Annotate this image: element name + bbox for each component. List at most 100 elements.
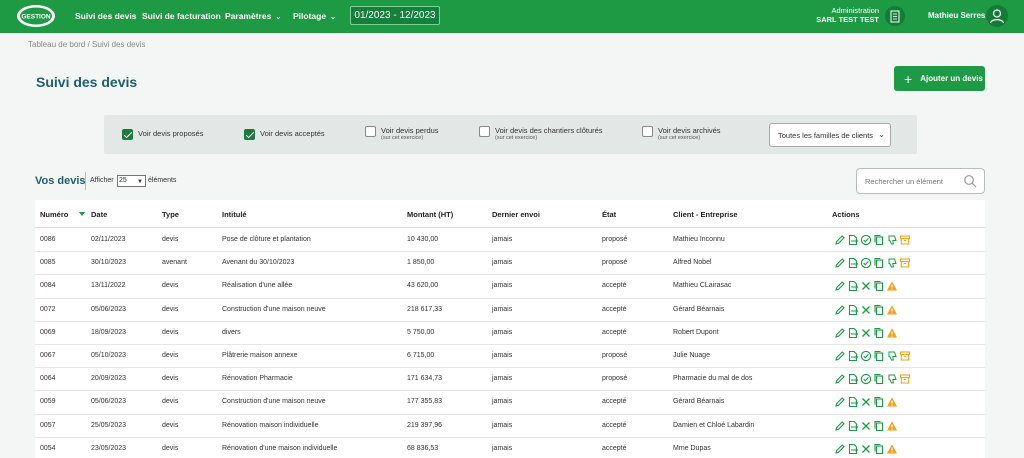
filter-proposes[interactable]: Voir devis proposés [122, 129, 203, 140]
cancel-icon[interactable] [860, 326, 872, 340]
duplicate-icon[interactable] [873, 395, 885, 409]
col-date[interactable]: Date [91, 210, 107, 219]
cancel-icon[interactable] [860, 279, 872, 293]
duplicate-icon[interactable] [873, 303, 885, 317]
edit-icon[interactable] [834, 395, 846, 409]
nav-suivi-facturation[interactable]: Suivi de facturation [142, 11, 221, 21]
gestion-logo[interactable]: GESTION [16, 4, 56, 28]
reject-icon[interactable] [886, 256, 898, 270]
checkbox-acceptes[interactable] [244, 129, 255, 140]
edit-icon[interactable] [834, 419, 846, 433]
table-row[interactable]: 0054 23/05/2023 devis Rénovation d'une mais… [35, 438, 985, 458]
warning-icon[interactable] [886, 442, 898, 456]
user-name[interactable]: Mathieu Serres [928, 11, 985, 20]
edit-icon[interactable] [834, 372, 846, 386]
duplicate-icon[interactable] [873, 279, 885, 293]
send-icon[interactable] [847, 326, 859, 340]
warning-icon[interactable] [886, 279, 898, 293]
period-selector[interactable]: 01/2023 - 12/2023 [350, 6, 440, 25]
nav-parametres[interactable]: Paramètres ⌄ [225, 11, 281, 21]
reject-icon[interactable] [886, 349, 898, 363]
warning-icon[interactable] [886, 326, 898, 340]
warning-icon[interactable] [886, 395, 898, 409]
table-row[interactable]: 0072 05/06/2023 devis Construction d'une ma… [35, 299, 985, 322]
nav-pilotage[interactable]: Pilotage ⌄ [293, 11, 336, 21]
duplicate-icon[interactable] [873, 442, 885, 456]
add-devis-button[interactable]: + Ajouter un devis [894, 66, 985, 91]
edit-icon[interactable] [834, 442, 846, 456]
send-icon[interactable] [847, 279, 859, 293]
filter-archives[interactable]: Voir devis archivés (sur cet exercice) [642, 126, 721, 142]
col-montant[interactable]: Montant (HT) [407, 210, 453, 219]
send-icon[interactable] [847, 395, 859, 409]
archive-icon[interactable] [899, 256, 911, 270]
search-icon[interactable] [963, 174, 977, 188]
checkbox-perdus[interactable] [365, 126, 376, 137]
breadcrumb[interactable]: Tableau de bord / Suivi des devis [28, 40, 145, 49]
reject-icon[interactable] [886, 372, 898, 386]
send-icon[interactable] [847, 349, 859, 363]
col-client[interactable]: Client - Entreprise [673, 210, 738, 219]
nav-suivi-devis[interactable]: Suivi des devis [75, 11, 136, 21]
cancel-icon[interactable] [860, 442, 872, 456]
search-input[interactable]: Rechercher un élément [856, 168, 985, 194]
company-selector[interactable]: Administration SARL TEST TEST [816, 6, 879, 24]
accept-icon[interactable] [860, 233, 872, 247]
filter-clotures[interactable]: Voir devis des chantiers clôturés (sur ce… [479, 126, 603, 142]
edit-icon[interactable] [834, 256, 846, 270]
edit-icon[interactable] [834, 349, 846, 363]
page-size-select[interactable]: 25 ▼ [117, 175, 146, 187]
cancel-icon[interactable] [860, 303, 872, 317]
accept-icon[interactable] [860, 349, 872, 363]
duplicate-icon[interactable] [873, 233, 885, 247]
edit-icon[interactable] [834, 279, 846, 293]
user-avatar-icon[interactable] [986, 5, 1008, 27]
table-row[interactable]: 0085 30/10/2023 avenant Avenant du 30/10/20… [35, 252, 985, 276]
checkbox-clotures[interactable] [479, 126, 490, 137]
send-icon[interactable] [847, 256, 859, 270]
filter-acceptes[interactable]: Voir devis acceptés [244, 129, 325, 140]
table-row[interactable]: 0064 20/09/2023 devis Rénovation Pharmacie 1… [35, 368, 985, 392]
duplicate-icon[interactable] [873, 326, 885, 340]
archive-icon[interactable] [899, 349, 911, 363]
accept-icon[interactable] [860, 256, 872, 270]
send-icon[interactable] [847, 233, 859, 247]
edit-icon[interactable] [834, 303, 846, 317]
checkbox-archives[interactable] [642, 126, 653, 137]
cancel-icon[interactable] [860, 419, 872, 433]
sort-desc-icon[interactable] [79, 212, 85, 216]
filter-perdus[interactable]: Voir devis perdus (sur cet exercice) [365, 126, 439, 142]
edit-icon[interactable] [834, 233, 846, 247]
warning-icon[interactable] [886, 303, 898, 317]
archive-icon[interactable] [899, 233, 911, 247]
table-row[interactable]: 0067 05/10/2023 devis Plâtrerie maison anne… [35, 345, 985, 369]
duplicate-icon[interactable] [873, 256, 885, 270]
col-intitule[interactable]: Intitulé [222, 210, 247, 219]
send-icon[interactable] [847, 419, 859, 433]
duplicate-icon[interactable] [873, 419, 885, 433]
table-row[interactable]: 0086 02/11/2023 devis Pose de clôture et pl… [35, 229, 985, 253]
duplicate-icon[interactable] [873, 349, 885, 363]
table-row[interactable]: 0069 18/09/2023 devis divers 5 750,00 jamais a… [35, 322, 985, 345]
edit-icon[interactable] [834, 326, 846, 340]
table-row[interactable]: 0084 13/11/2022 devis Réalisation d'une all… [35, 275, 985, 299]
col-etat[interactable]: État [602, 210, 616, 219]
col-numero[interactable]: Numéro [40, 210, 68, 219]
reject-icon[interactable] [886, 233, 898, 247]
send-icon[interactable] [847, 372, 859, 386]
building-icon[interactable] [885, 6, 905, 26]
chevron-down-icon: ▼ [137, 179, 143, 185]
table-row[interactable]: 0059 05/06/2023 devis Construction d'une ma… [35, 391, 985, 415]
col-dernier-envoi[interactable]: Dernier envoi [492, 210, 540, 219]
archive-icon[interactable] [899, 372, 911, 386]
duplicate-icon[interactable] [873, 372, 885, 386]
warning-icon[interactable] [886, 419, 898, 433]
table-row[interactable]: 0057 25/05/2023 devis Rénovation maison ind… [35, 415, 985, 438]
client-family-select[interactable]: Toutes les familles de clients ⌄ [769, 123, 891, 147]
checkbox-proposes[interactable] [122, 129, 133, 140]
cancel-icon[interactable] [860, 395, 872, 409]
col-type[interactable]: Type [162, 210, 179, 219]
send-icon[interactable] [847, 303, 859, 317]
send-icon[interactable] [847, 442, 859, 456]
accept-icon[interactable] [860, 372, 872, 386]
